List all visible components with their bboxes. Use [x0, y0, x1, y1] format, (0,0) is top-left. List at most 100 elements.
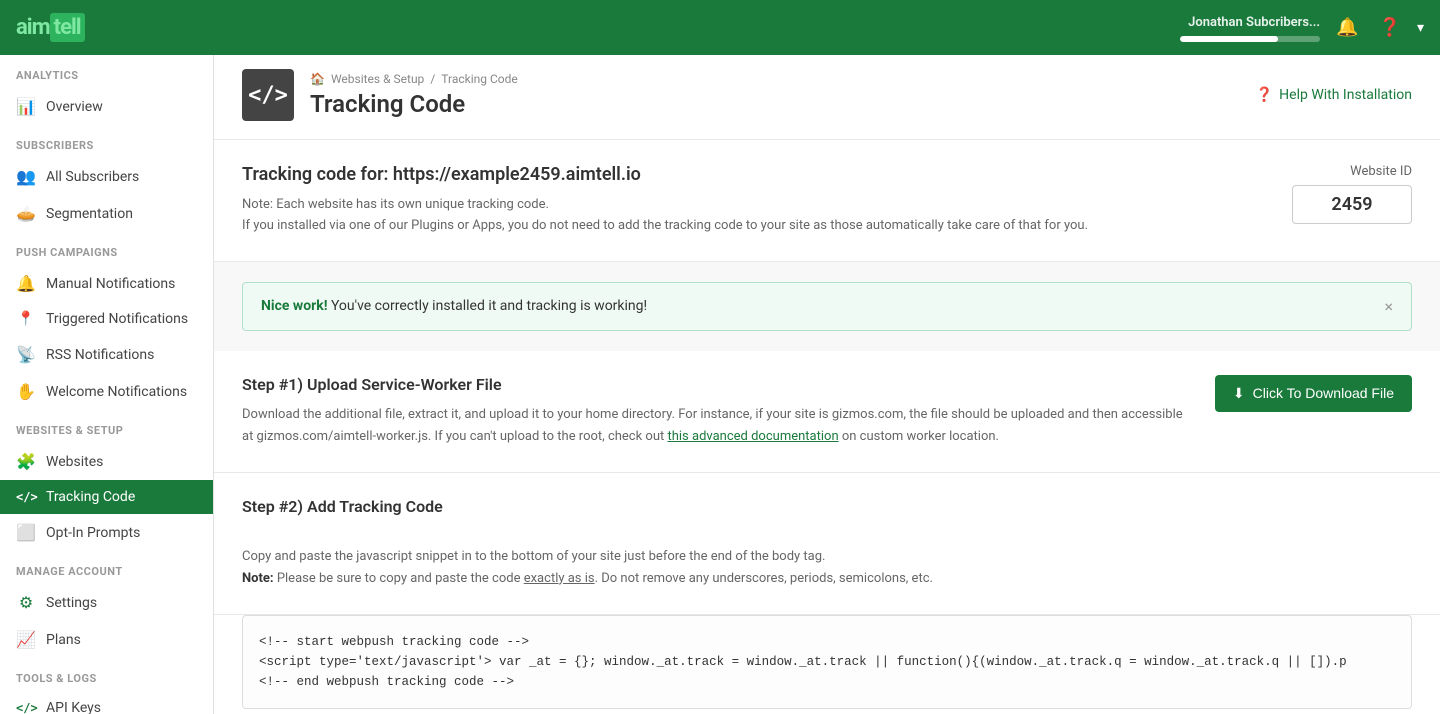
websites-section-label: WEBSITES & SETUP: [0, 410, 213, 443]
step2-desc1: Copy and paste the javascript snippet in…: [242, 546, 933, 568]
code-block[interactable]: <!-- start webpush tracking code --> <sc…: [242, 615, 1412, 709]
pie-icon: 🥧: [16, 204, 36, 223]
username: Jonathan Subcribers...: [1188, 13, 1320, 33]
sidebar-item-manual-notifications[interactable]: 🔔 Manual Notifications: [0, 265, 213, 302]
sidebar-item-label: All Subscribers: [46, 169, 139, 185]
code-icon: </>: [16, 490, 36, 504]
sidebar-item-triggered-notifications[interactable]: 📍 Triggered Notifications: [0, 302, 213, 336]
sidebar-item-overview[interactable]: 📊 Overview: [0, 88, 213, 125]
alert-close-button[interactable]: ×: [1384, 297, 1393, 316]
success-alert: Nice work! You've correctly installed it…: [242, 282, 1412, 331]
note-line2: If you installed via one of our Plugins …: [242, 216, 1088, 237]
sidebar-item-api-keys[interactable]: </> API Keys: [0, 691, 213, 714]
alert-text: Nice work! You've correctly installed it…: [261, 298, 647, 314]
sidebar: ANALYTICS 📊 Overview SUBSCRIBERS 👥 All S…: [0, 55, 214, 714]
nice-work-label: Nice work!: [261, 298, 328, 314]
page-icon-box: </>: [242, 69, 294, 121]
rss-icon: 📡: [16, 345, 36, 364]
api-icon: </>: [16, 701, 36, 714]
progress-bar-fill: [1180, 36, 1278, 42]
top-navbar: aimtell Jonathan Subcribers... 🔔 ❓ ▾: [0, 0, 1440, 55]
sidebar-item-label: API Keys: [46, 700, 101, 714]
sidebar-item-label: Overview: [46, 99, 103, 115]
sidebar-item-segmentation[interactable]: 🥧 Segmentation: [0, 195, 213, 232]
sidebar-item-tracking-code[interactable]: </> Tracking Code: [0, 480, 213, 514]
sidebar-item-label: Opt-In Prompts: [46, 525, 140, 541]
logo[interactable]: aimtell: [16, 15, 85, 40]
tracking-for-title: Tracking code for: https://example2459.a…: [242, 164, 1088, 185]
breadcrumb-title-group: 🏠 Websites & Setup / Tracking Code Track…: [310, 72, 518, 118]
help-link-label: Help With Installation: [1279, 87, 1412, 103]
step2-desc: Copy and paste the javascript snippet in…: [242, 546, 933, 590]
puzzle-icon: 🧩: [16, 452, 36, 471]
breadcrumb: 🏠 Websites & Setup / Tracking Code: [310, 72, 518, 86]
step1-desc: Download the additional file, extract it…: [242, 404, 1195, 448]
main-layout: ANALYTICS 📊 Overview SUBSCRIBERS 👥 All S…: [0, 55, 1440, 714]
triggered-icon: 📍: [16, 311, 36, 327]
download-label: Click To Download File: [1253, 385, 1394, 401]
tracking-for-label: Tracking code for: https://example2459.a…: [242, 164, 641, 185]
code-section: <!-- start webpush tracking code --> <sc…: [214, 615, 1440, 714]
sidebar-item-plans[interactable]: 📈 Plans: [0, 621, 213, 658]
sidebar-item-all-subscribers[interactable]: 👥 All Subscribers: [0, 158, 213, 195]
main-content: </> 🏠 Websites & Setup / Tracking Code T…: [214, 55, 1440, 714]
step2-desc2: Please be sure to copy and paste the cod…: [274, 571, 524, 586]
sidebar-item-label: Manual Notifications: [46, 276, 175, 292]
step1-desc3: on custom worker location.: [842, 429, 999, 444]
username-display: Jonathan Subcribers...: [1188, 13, 1320, 33]
sidebar-item-label: Plans: [46, 632, 81, 648]
step1-section: Step #1) Upload Service-Worker File Down…: [214, 351, 1440, 473]
sidebar-item-rss-notifications[interactable]: 📡 RSS Notifications: [0, 336, 213, 373]
download-file-button[interactable]: ⬇ Click To Download File: [1215, 375, 1412, 412]
prompt-icon: ⬜: [16, 523, 36, 542]
code-bracket-icon: </>: [248, 83, 288, 108]
user-info-block: Jonathan Subcribers...: [1180, 13, 1320, 43]
sidebar-item-label: Websites: [46, 454, 103, 470]
help-circle-icon[interactable]: ❓: [1375, 13, 1405, 42]
tools-section-label: TOOLS & LOGS: [0, 658, 213, 691]
hand-icon: ✋: [16, 382, 36, 401]
step1-link[interactable]: this advanced documentation: [667, 429, 838, 444]
manage-section-label: MANAGE ACCOUNT: [0, 551, 213, 584]
sidebar-item-label: Segmentation: [46, 206, 133, 222]
push-campaigns-section-label: PUSH CAMPAIGNS: [0, 232, 213, 265]
chart-icon: 📊: [16, 97, 36, 116]
breadcrumb-current: Tracking Code: [441, 72, 518, 86]
tracking-for-info: Tracking code for: https://example2459.a…: [242, 164, 1088, 237]
sidebar-item-label: Triggered Notifications: [46, 311, 188, 327]
sidebar-item-label: Welcome Notifications: [46, 384, 187, 400]
alert-message: You've correctly installed it and tracki…: [328, 298, 648, 314]
website-id-label: Website ID: [1350, 164, 1412, 179]
step2-section: Step #2) Add Tracking Code Copy and past…: [214, 473, 1440, 615]
step2-desc3: . Do not remove any underscores, periods…: [595, 571, 933, 586]
help-with-installation-link[interactable]: ❓ Help With Installation: [1256, 87, 1412, 103]
sidebar-item-opt-in-prompts[interactable]: ⬜ Opt-In Prompts: [0, 514, 213, 551]
tracking-header-row: Tracking code for: https://example2459.a…: [242, 164, 1412, 237]
step2-note-label: Note:: [242, 571, 274, 586]
step1-desc1: Download the additional file, extract it…: [242, 407, 948, 422]
gear-icon: ⚙: [16, 593, 36, 612]
step1-content: Step #1) Upload Service-Worker File Down…: [242, 375, 1195, 448]
spacer1: [214, 331, 1440, 351]
sidebar-item-settings[interactable]: ⚙ Settings: [0, 584, 213, 621]
page-header-left: </> 🏠 Websites & Setup / Tracking Code T…: [242, 69, 518, 121]
topnav-right: Jonathan Subcribers... 🔔 ❓ ▾: [1180, 0, 1424, 55]
tracking-code-for-section: Tracking code for: https://example2459.a…: [214, 140, 1440, 262]
breadcrumb-websites[interactable]: Websites & Setup: [331, 72, 424, 86]
sidebar-item-welcome-notifications[interactable]: ✋ Welcome Notifications: [0, 373, 213, 410]
download-icon: ⬇: [1233, 385, 1245, 402]
sidebar-item-websites[interactable]: 🧩 Websites: [0, 443, 213, 480]
breadcrumb-sep: /: [430, 72, 435, 86]
note-line1: Note: Each website has its own unique tr…: [242, 195, 1088, 216]
analytics-section-label: ANALYTICS: [0, 55, 213, 88]
step2-exact: exactly as is: [524, 571, 595, 586]
progress-bar-container: [1180, 36, 1320, 42]
home-icon: 🏠: [310, 72, 325, 86]
bell-icon[interactable]: 🔔: [1332, 13, 1362, 42]
website-id-container: Website ID 2459: [1292, 164, 1412, 224]
bell-icon: 🔔: [16, 274, 36, 293]
step1-title: Step #1) Upload Service-Worker File: [242, 375, 1195, 394]
users-icon: 👥: [16, 167, 36, 186]
logo-text: aimtell: [16, 15, 85, 40]
user-dropdown-icon[interactable]: ▾: [1417, 20, 1424, 36]
